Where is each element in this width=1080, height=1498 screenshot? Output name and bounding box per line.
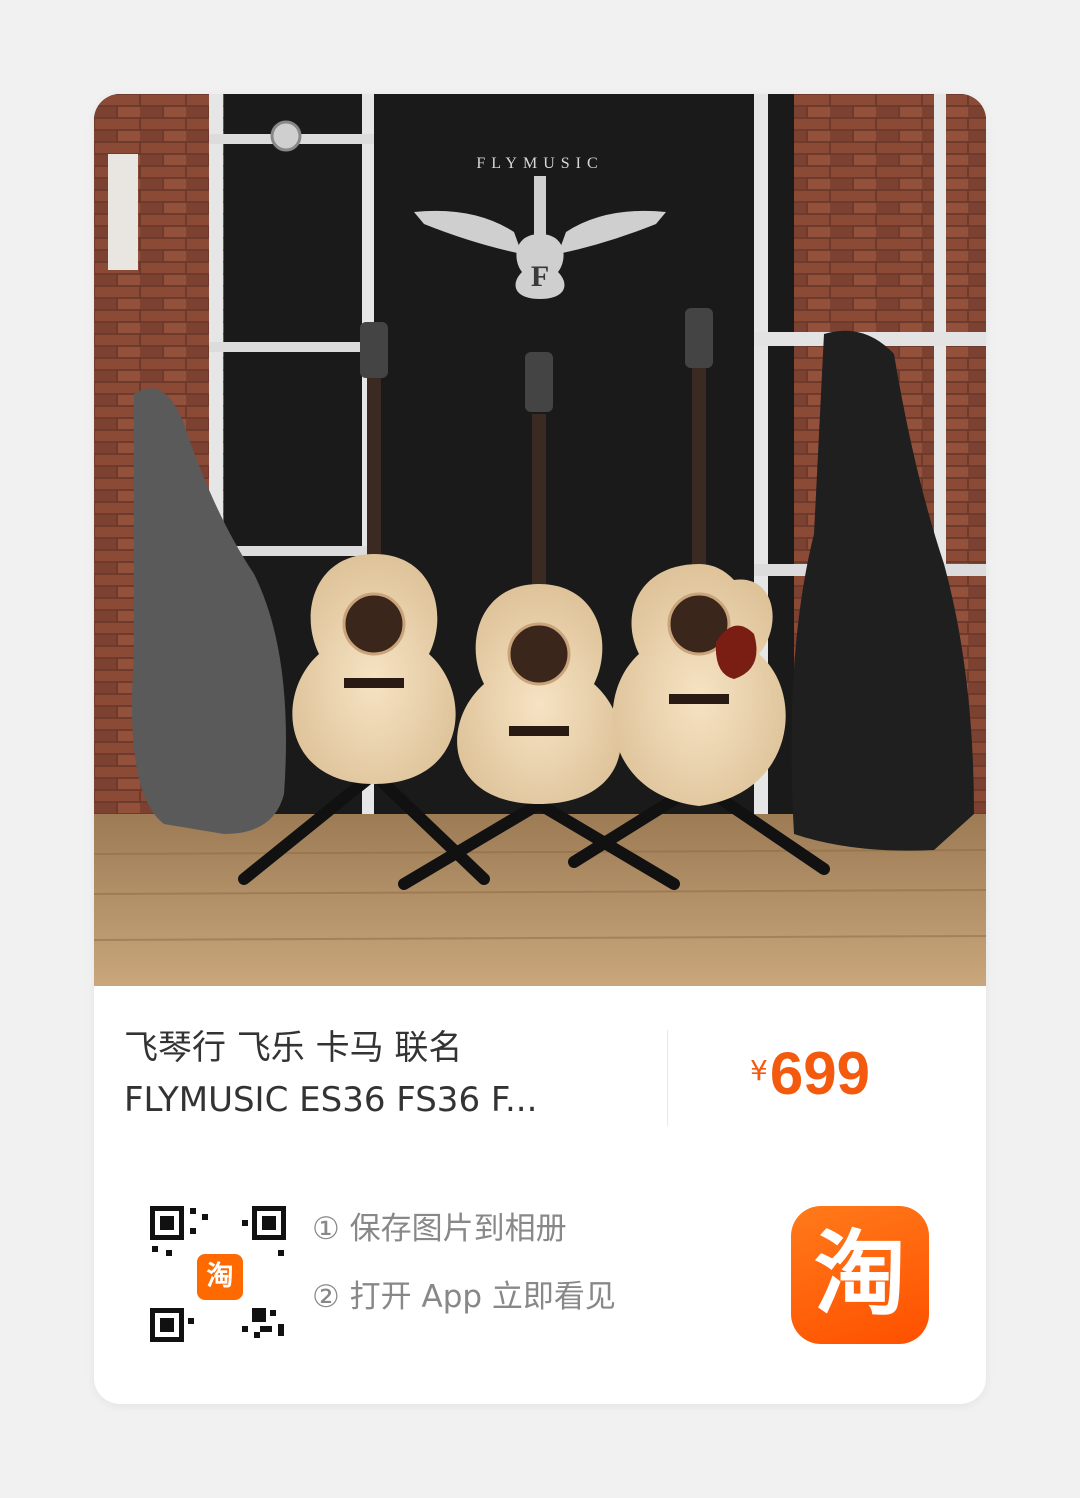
svg-text:F: F xyxy=(531,260,549,293)
product-title[interactable]: 飞琴行 飞乐 卡马 联名 FLYMUSIC ES36 FS36 F... xyxy=(124,1022,644,1126)
price-currency: ¥ xyxy=(750,1054,768,1087)
product-photo[interactable]: F FLYMUSIC xyxy=(94,94,986,986)
taobao-app-icon[interactable]: 淘 xyxy=(791,1206,929,1344)
product-title-line2[interactable]: FLYMUSIC ES36 FS36 F... xyxy=(124,1074,644,1126)
taobao-badge-icon: 淘 xyxy=(195,1252,245,1302)
instruction-step-1: ① 保存图片到相册 xyxy=(312,1211,567,1247)
price: ¥699 xyxy=(750,1039,870,1108)
instructions: ① 保存图片到相册 ② 打开 App 立即看见 xyxy=(312,1210,616,1346)
divider xyxy=(667,1030,668,1126)
instruction-step-2: ② 打开 App 立即看见 xyxy=(312,1279,616,1315)
svg-text:FLYMUSIC: FLYMUSIC xyxy=(476,155,603,172)
product-title-line1[interactable]: 飞琴行 飞乐 卡马 联名 xyxy=(124,1022,644,1074)
price-value: 699 xyxy=(769,1040,870,1107)
product-share-card: F FLYMUSIC 飞琴行 飞乐 卡马 联名 FLYMUSIC ES36 FS… xyxy=(94,94,986,1404)
